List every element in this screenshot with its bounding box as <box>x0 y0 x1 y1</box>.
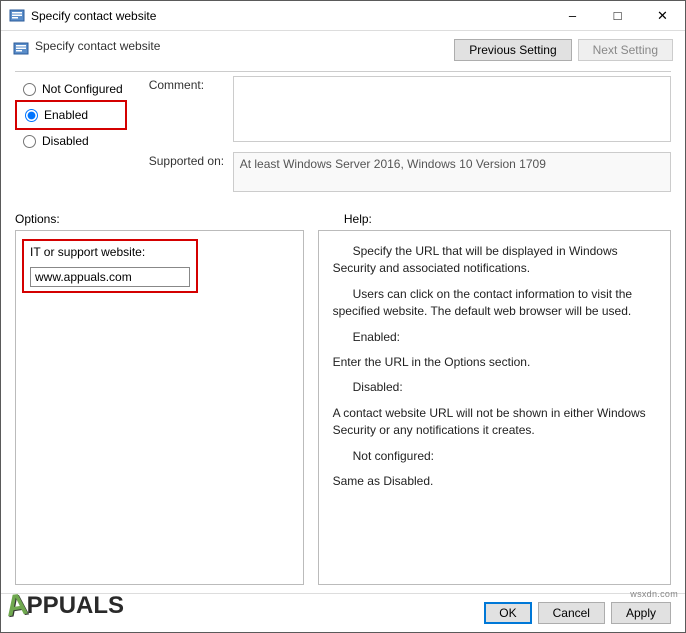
header-row: Specify contact website Previous Setting… <box>1 31 685 67</box>
radio-not-configured-label: Not Configured <box>42 82 123 96</box>
logo-a-icon: A <box>4 588 30 625</box>
radio-disabled[interactable]: Disabled <box>15 130 129 152</box>
options-header: Options: <box>15 212 330 226</box>
radio-not-configured-input[interactable] <box>23 83 36 96</box>
minimize-button[interactable]: – <box>550 1 595 30</box>
highlight-enabled: Enabled <box>15 100 127 130</box>
nav-buttons: Previous Setting Next Setting <box>454 39 673 61</box>
options-panel: IT or support website: <box>15 230 304 585</box>
supported-on-value: At least Windows Server 2016, Windows 10… <box>240 157 546 171</box>
help-text: Not configured: <box>333 448 656 465</box>
cancel-button[interactable]: Cancel <box>538 602 605 624</box>
ok-button[interactable]: OK <box>484 602 531 624</box>
help-text: Disabled: <box>333 379 656 396</box>
lower-section: IT or support website: Specify the URL t… <box>1 230 685 593</box>
previous-setting-button[interactable]: Previous Setting <box>454 39 571 61</box>
help-text: Specify the URL that will be displayed i… <box>333 243 656 278</box>
help-text: Users can click on the contact informati… <box>333 286 656 321</box>
watermark-text: PPUALS <box>27 592 124 620</box>
help-text: A contact website URL will not be shown … <box>333 405 656 440</box>
panel-headers: Options: Help: <box>1 206 685 230</box>
apply-button[interactable]: Apply <box>611 602 671 624</box>
comment-label: Comment: <box>149 76 233 142</box>
radio-enabled-input[interactable] <box>25 109 38 122</box>
help-text: Same as Disabled. <box>333 473 656 490</box>
comment-input[interactable] <box>233 76 671 142</box>
radio-enabled-label: Enabled <box>44 108 88 122</box>
policy-icon <box>13 41 29 57</box>
state-column: Not Configured Enabled Disabled <box>15 76 129 192</box>
window-controls: – □ ✕ <box>550 1 685 30</box>
titlebar: Specify contact website – □ ✕ <box>1 1 685 31</box>
maximize-button[interactable]: □ <box>595 1 640 30</box>
policy-icon <box>9 8 25 24</box>
help-panel: Specify the URL that will be displayed i… <box>318 230 671 585</box>
close-button[interactable]: ✕ <box>640 1 685 30</box>
window-title: Specify contact website <box>31 9 550 23</box>
highlight-option: IT or support website: <box>22 239 198 293</box>
next-setting-button[interactable]: Next Setting <box>578 39 673 61</box>
watermark-logo: APPUALS <box>6 589 124 623</box>
supported-on-text: At least Windows Server 2016, Windows 10… <box>233 152 671 192</box>
supported-on-label: Supported on: <box>149 152 233 192</box>
help-header: Help: <box>330 212 671 226</box>
radio-enabled[interactable]: Enabled <box>17 104 125 126</box>
watermark-side: wsxdn.com <box>630 589 678 599</box>
help-text: Enabled: <box>333 329 656 346</box>
option-field-label: IT or support website: <box>26 243 194 263</box>
radio-disabled-input[interactable] <box>23 135 36 148</box>
radio-not-configured[interactable]: Not Configured <box>15 78 129 100</box>
policy-title: Specify contact website <box>35 39 454 53</box>
upper-section: Not Configured Enabled Disabled Comment: <box>1 72 685 206</box>
help-text: Enter the URL in the Options section. <box>333 354 656 371</box>
website-input[interactable] <box>30 267 190 287</box>
radio-disabled-label: Disabled <box>42 134 89 148</box>
dialog-window: Specify contact website – □ ✕ Specify co… <box>0 0 686 633</box>
